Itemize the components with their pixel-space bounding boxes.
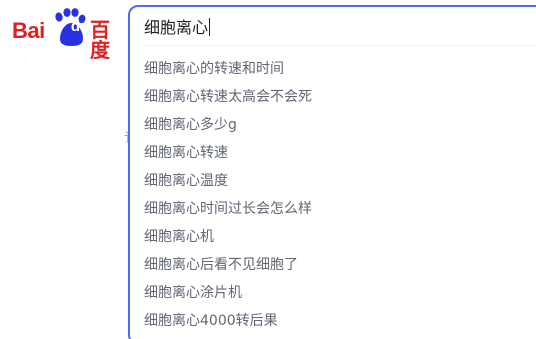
suggestion-item[interactable]: 细胞离心转速 [130,139,536,167]
page: Bai du 百度 讠 细胞离心 细胞离心的转速和时间 细胞离心转速太高会不会死… [0,0,536,339]
suggestion-item[interactable]: 细胞离心转速太高会不会死 [130,83,536,111]
suggestion-item[interactable]: 细胞离心4000转后果 [130,307,536,335]
search-query-text: 细胞离心 [144,18,209,37]
suggestion-list: 细胞离心的转速和时间 细胞离心转速太高会不会死 细胞离心多少g 细胞离心转速 细… [130,55,536,335]
suggestion-item[interactable]: 细胞离心温度 [130,167,536,195]
suggestion-item[interactable]: 细胞离心多少g [130,111,536,139]
suggestion-item[interactable]: 细胞离心后看不见细胞了 [130,251,536,279]
logo-text-du: du [70,18,90,35]
suggestion-item[interactable]: 细胞离心涂片机 [130,279,536,307]
suggestion-item[interactable]: 细胞离心的转速和时间 [130,55,536,83]
search-box[interactable]: 细胞离心 细胞离心的转速和时间 细胞离心转速太高会不会死 细胞离心多少g 细胞离… [128,5,536,339]
baidu-logo[interactable]: Bai du 百度 [8,8,118,60]
search-input[interactable]: 细胞离心 [144,15,211,41]
suggestion-item[interactable]: 细胞离心机 [130,223,536,251]
search-divider [144,45,536,46]
text-caret [209,18,211,36]
logo-text-baidu-cn: 百度 [90,18,110,62]
logo-text-bai: Bai [12,18,45,43]
suggestion-item[interactable]: 细胞离心时间过长会怎么样 [130,195,536,223]
